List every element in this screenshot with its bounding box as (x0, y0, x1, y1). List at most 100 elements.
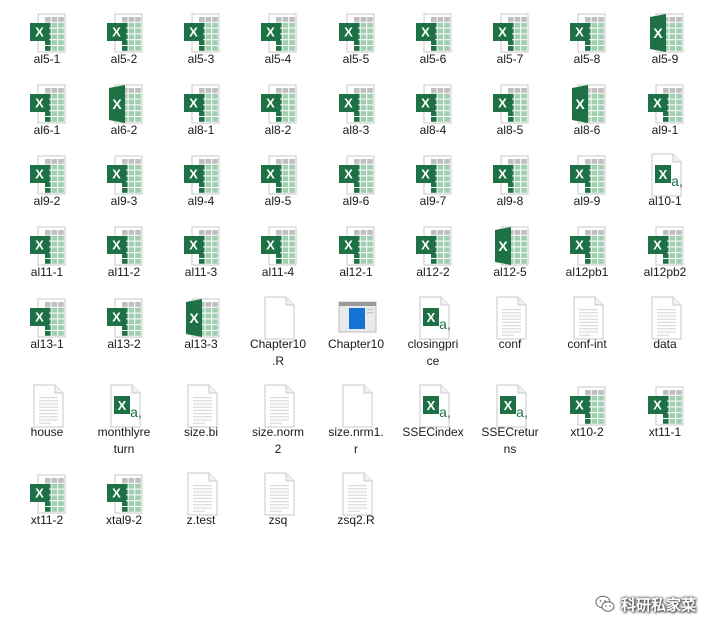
svg-text:X: X (653, 238, 662, 253)
excel-xlsx-icon: X (105, 296, 145, 340)
excel-xlsx-icon: X (28, 224, 68, 268)
file-name: data (653, 337, 677, 351)
excel-xlsx-icon: X (339, 84, 375, 124)
file-item[interactable]: size.nrm1. r (319, 376, 393, 460)
excel-xlsx-icon: X (416, 226, 452, 266)
file-item[interactable]: size.norm 2 (241, 376, 315, 460)
file-item[interactable]: Xxtal9-2 (87, 464, 161, 548)
file-item[interactable]: Xa, SSECindex (396, 376, 470, 460)
file-item[interactable]: house (10, 376, 84, 460)
svg-text:X: X (659, 167, 668, 182)
file-name: al8-4 (419, 123, 447, 137)
file-name: al10-1 (648, 194, 682, 208)
file-name: xt10-2 (570, 425, 604, 439)
text-file-icon (259, 472, 299, 516)
file-name: al9-5 (264, 194, 292, 208)
excel-csv-icon: Xa, (414, 384, 454, 428)
svg-text:X: X (118, 398, 127, 413)
file-item[interactable]: zsq (241, 464, 315, 548)
excel-xlsx-icon: X (646, 384, 686, 428)
excel-xlsx-icon: X (107, 474, 143, 514)
excel-xls-icon: X (572, 84, 606, 124)
file-item[interactable]: z.test (164, 464, 238, 548)
text-file-icon (568, 296, 608, 340)
excel-xlsx-icon: X (568, 224, 608, 268)
file-name: z.test (186, 513, 216, 527)
file-name: al5-1 (33, 52, 61, 66)
svg-text:X: X (344, 25, 353, 40)
excel-xlsx-icon: X (259, 153, 299, 197)
file-name: al8-3 (342, 123, 370, 137)
file-item[interactable]: conf (473, 288, 547, 372)
svg-text:X: X (266, 25, 275, 40)
svg-text:X: X (112, 25, 121, 40)
svg-text:a,: a, (671, 173, 683, 189)
excel-xlsx-icon: X (30, 226, 66, 266)
file-item[interactable]: Chapter10 (319, 288, 393, 372)
excel-xlsx-icon: X (570, 386, 606, 426)
excel-xlsx-icon: X (570, 155, 606, 195)
file-name: SSECretur ns (481, 425, 539, 456)
file-item[interactable]: Xa, monthlyre turn (87, 376, 161, 460)
excel-xlsx-icon: X (491, 153, 531, 197)
file-name: house (30, 425, 64, 439)
svg-text:X: X (498, 96, 507, 111)
excel-xlsx-icon: X (491, 11, 531, 55)
file-name: al11-4 (261, 265, 295, 279)
svg-text:X: X (575, 398, 584, 413)
excel-xlsx-icon: X (648, 84, 684, 124)
excel-csv-icon: Xa, (110, 384, 142, 428)
file-name: al12-2 (416, 265, 450, 279)
excel-csv-icon: Xa, (491, 384, 531, 428)
svg-text:a,: a, (439, 404, 451, 420)
text-file-icon (342, 472, 373, 516)
excel-xlsx-icon: X (337, 153, 377, 197)
window-file-icon (337, 296, 377, 340)
excel-xlsx-icon: X (416, 155, 452, 195)
file-name: al5-7 (496, 52, 524, 66)
file-item[interactable]: Chapter10 .R (241, 288, 315, 372)
svg-text:X: X (112, 486, 121, 501)
file-item[interactable]: Xal13-1 (10, 288, 84, 372)
text-file-icon (187, 472, 218, 516)
svg-text:X: X (421, 96, 430, 111)
svg-text:X: X (575, 167, 584, 182)
file-item[interactable]: size.bi (164, 376, 238, 460)
file-name: al8-2 (264, 123, 292, 137)
file-item[interactable]: Xal13-2 (87, 288, 161, 372)
svg-text:X: X (35, 96, 44, 111)
text-file-icon (651, 296, 682, 340)
excel-xlsx-icon: X (105, 153, 145, 197)
excel-xlsx-icon: X (414, 82, 454, 126)
excel-xlsx-icon: X (184, 13, 220, 53)
excel-xlsx-icon: X (491, 82, 531, 126)
text-file-icon (264, 472, 295, 516)
blank-file-icon (259, 296, 299, 340)
file-name: Chapter10 (327, 337, 385, 351)
excel-xlsx-icon: X (30, 474, 66, 514)
svg-text:X: X (575, 238, 584, 253)
text-file-icon (187, 384, 218, 428)
excel-xlsx-icon: X (416, 84, 452, 124)
file-item[interactable]: Xxt11-1 (628, 376, 702, 460)
excel-xlsx-icon: X (339, 13, 375, 53)
file-item[interactable]: Xxt11-2 (10, 464, 84, 548)
file-name: al11-1 (30, 265, 64, 279)
file-item[interactable]: data (628, 288, 702, 372)
excel-xlsx-icon: X (184, 226, 220, 266)
excel-xlsx-icon: X (339, 155, 375, 195)
file-item[interactable]: zsq2.R (319, 464, 393, 548)
file-item[interactable]: conf-int (550, 288, 624, 372)
svg-text:X: X (344, 96, 353, 111)
svg-text:X: X (498, 238, 508, 254)
svg-text:X: X (575, 96, 585, 112)
file-name: al5-9 (651, 52, 679, 66)
svg-text:X: X (112, 310, 121, 325)
file-item[interactable]: Xa, SSECretur ns (473, 376, 547, 460)
excel-xlsx-icon: X (646, 224, 686, 268)
file-item[interactable]: Xal13-3 (164, 288, 238, 372)
file-item[interactable]: Xxt10-2 (550, 376, 624, 460)
svg-text:X: X (575, 25, 584, 40)
excel-xlsx-icon: X (568, 153, 608, 197)
file-item[interactable]: Xa, closingpri ce (396, 288, 470, 372)
